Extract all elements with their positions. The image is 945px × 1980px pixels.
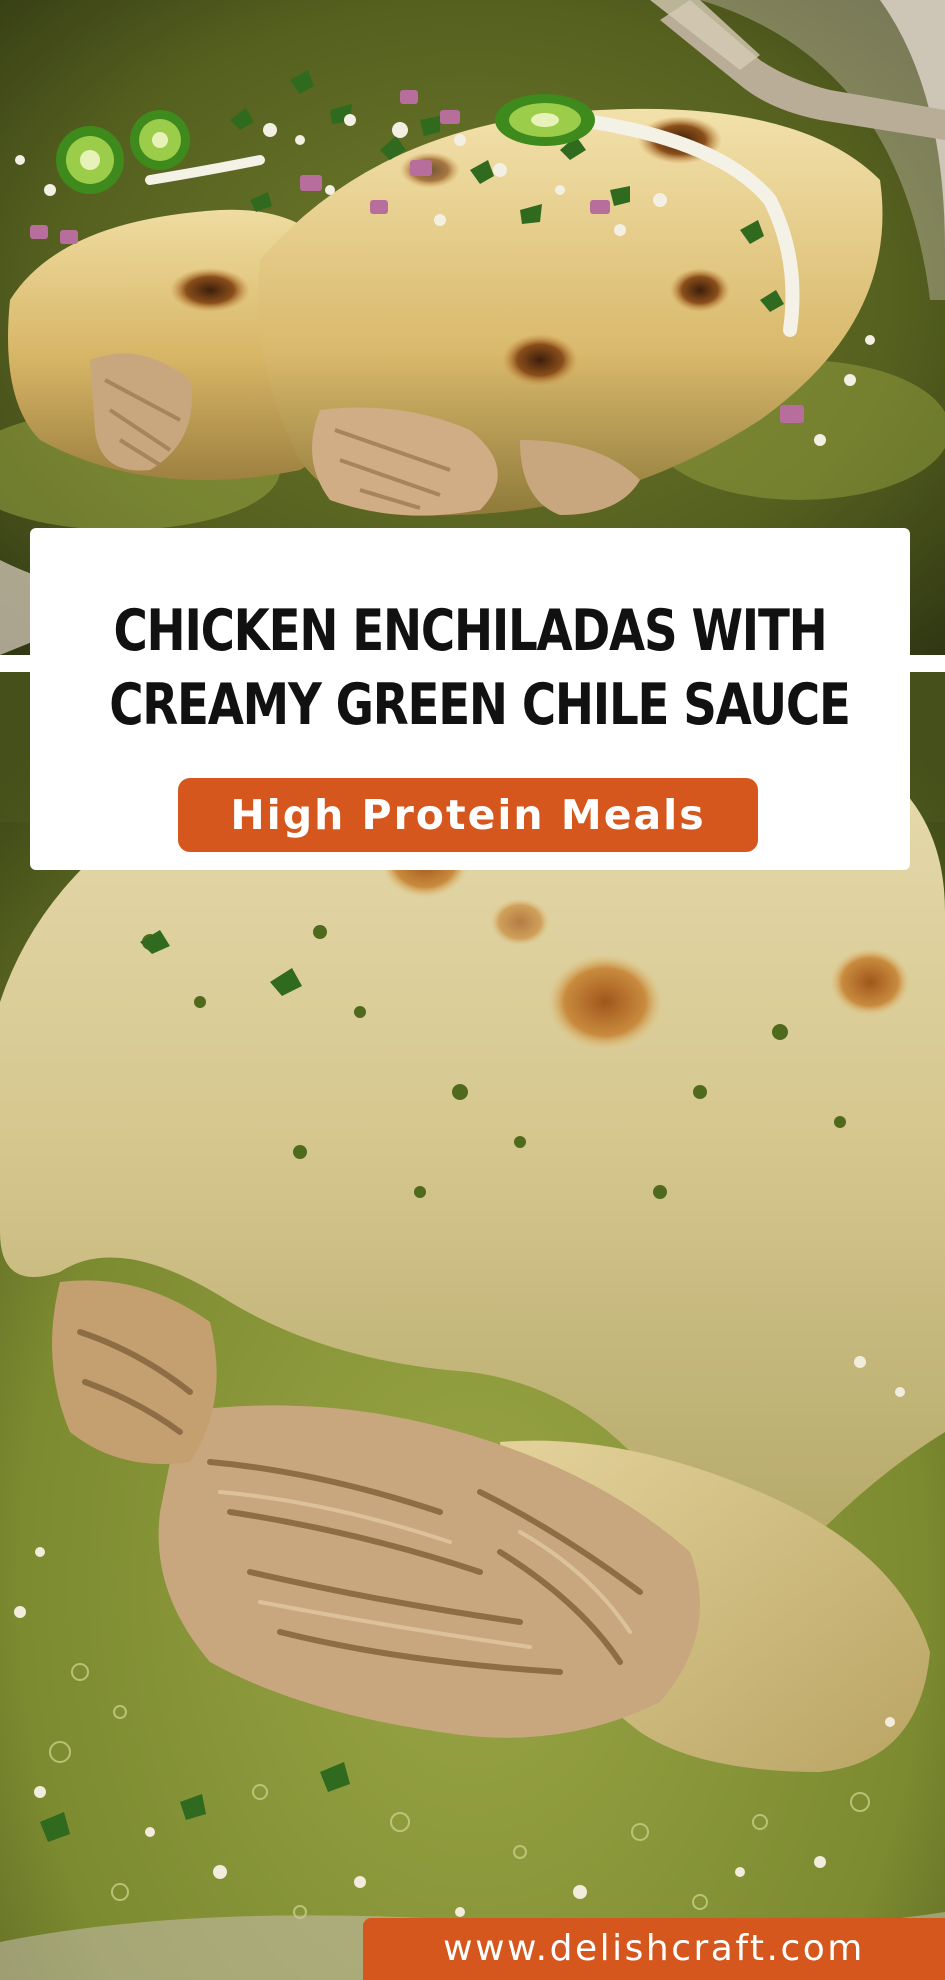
- recipe-title-line-1: CHICKEN ENCHILADAS WITH: [113, 598, 827, 664]
- category-badge: High Protein Meals: [178, 778, 758, 852]
- title-card: CHICKEN ENCHILADAS WITH CREAMY GREEN CHI…: [30, 528, 910, 870]
- recipe-title: CHICKEN ENCHILADAS WITH CREAMY GREEN CHI…: [109, 528, 851, 742]
- website-url-banner[interactable]: www.delishcraft.com: [363, 1918, 945, 1980]
- recipe-title-line-2: CREAMY GREEN CHILE SAUCE: [109, 672, 851, 738]
